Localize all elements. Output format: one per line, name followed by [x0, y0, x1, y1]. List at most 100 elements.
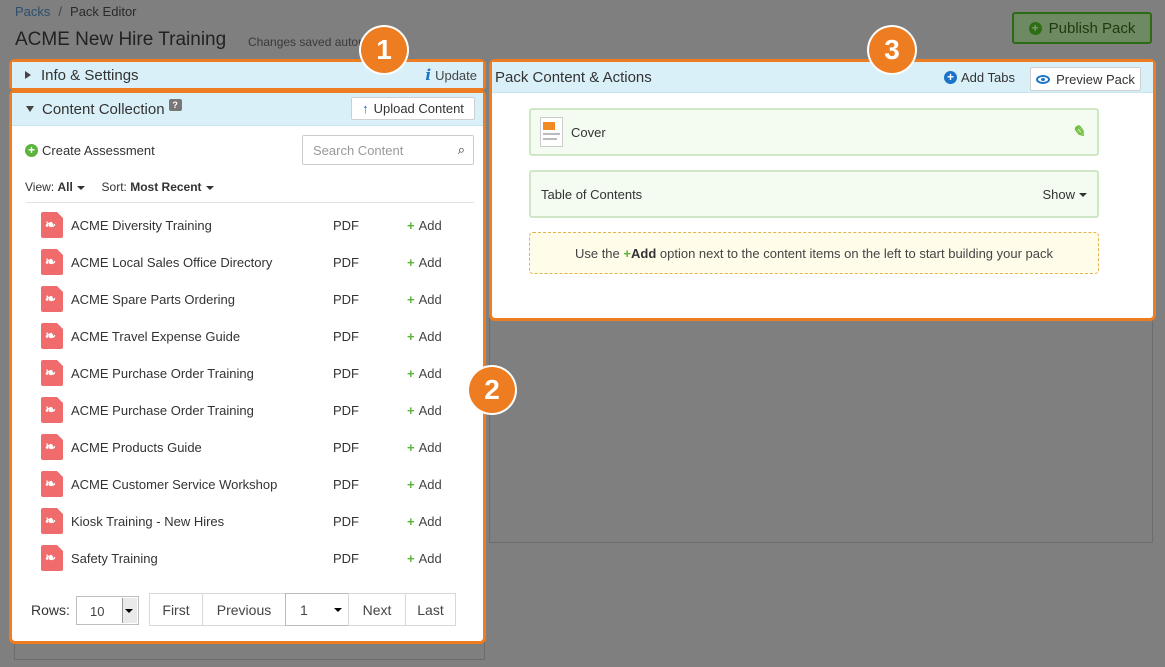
list-item: ❧ ACME Spare Parts Ordering PDF + Add: [41, 286, 446, 312]
search-icon[interactable]: ⌕: [458, 142, 465, 158]
add-label: Add: [418, 402, 442, 418]
pdf-icon: ❧: [41, 397, 63, 423]
notice-suffix: option next to the content items on the …: [656, 245, 1054, 261]
publish-pack-button[interactable]: + Publish Pack: [1012, 12, 1152, 44]
view-label: View:: [25, 180, 55, 194]
item-name: ACME Diversity Training: [71, 217, 212, 233]
add-tabs-button[interactable]: + Add Tabs: [944, 70, 1015, 85]
collapse-triangle-icon: [26, 106, 34, 112]
pdf-icon: ❧: [41, 249, 63, 275]
add-button[interactable]: + Add: [407, 292, 442, 307]
item-type: PDF: [333, 328, 359, 344]
breadcrumb-current: Pack Editor: [70, 4, 137, 19]
next-page-button[interactable]: Next: [348, 593, 406, 626]
filter-divider: [26, 202, 474, 203]
preview-pack-button[interactable]: Preview Pack: [1030, 67, 1141, 91]
list-item: ❧ ACME Products Guide PDF + Add: [41, 434, 446, 460]
pencil-icon[interactable]: ✎: [1072, 122, 1085, 142]
content-collection-title: Content Collection: [42, 100, 165, 118]
add-button[interactable]: + Add: [407, 403, 442, 418]
add-button[interactable]: + Add: [407, 551, 442, 566]
callout-3: 3: [869, 27, 915, 73]
item-name: Kiosk Training - New Hires: [71, 513, 225, 529]
pdf-icon: ❧: [41, 471, 63, 497]
pdf-icon: ❧: [41, 360, 63, 386]
add-button[interactable]: + Add: [407, 329, 442, 344]
info-settings-panel: Info & Settings i Update: [9, 59, 486, 91]
notice-add-label: +Add: [623, 245, 657, 261]
add-plus-icon: +: [407, 550, 415, 566]
rows-label: Rows:: [31, 602, 70, 618]
view-dropdown[interactable]: All: [57, 180, 85, 194]
rows-per-page-select[interactable]: 10: [76, 596, 139, 625]
item-type: PDF: [333, 402, 359, 418]
last-page-button[interactable]: Last: [405, 593, 456, 626]
item-type: PDF: [333, 291, 359, 307]
add-button[interactable]: + Add: [407, 440, 442, 455]
rows-value: 10: [90, 604, 105, 619]
view-caret-icon: [76, 185, 85, 190]
sort-caret-icon: [205, 185, 214, 190]
right-panel-background-outline: [489, 310, 1153, 543]
add-button[interactable]: + Add: [407, 255, 442, 270]
create-assessment-link[interactable]: + Create Assessment: [25, 143, 155, 158]
add-label: Add: [418, 550, 442, 566]
expand-triangle-icon: [25, 71, 31, 79]
add-button[interactable]: + Add: [407, 366, 442, 381]
item-type: PDF: [333, 550, 359, 566]
item-name: ACME Local Sales Office Directory: [71, 254, 273, 270]
item-type: PDF: [333, 254, 359, 270]
add-plus-icon: +: [407, 291, 415, 307]
item-type: PDF: [333, 439, 359, 455]
help-icon[interactable]: ?: [168, 99, 182, 111]
info-settings-header[interactable]: Info & Settings i Update: [12, 62, 483, 88]
notice-prefix: Use the: [574, 245, 624, 261]
create-assessment-label: Create Assessment: [42, 143, 155, 158]
pack-content-panel: Pack Content & Actions + Add Tabs Previe…: [489, 59, 1156, 321]
upload-content-button[interactable]: ↑ Upload Content: [351, 97, 475, 120]
add-plus-icon: +: [407, 402, 415, 418]
previous-page-button[interactable]: Previous: [202, 593, 286, 626]
notice-add-text: Add: [630, 245, 657, 261]
breadcrumb-packs-link[interactable]: Packs: [15, 4, 50, 19]
breadcrumb: Packs / Pack Editor: [15, 4, 137, 19]
add-button[interactable]: + Add: [407, 218, 442, 233]
cover-thumbnail: [540, 117, 563, 147]
cover-card[interactable]: Cover ✎: [529, 108, 1099, 156]
toc-show-dropdown[interactable]: Show: [1042, 187, 1087, 202]
item-name: ACME Customer Service Workshop: [71, 476, 278, 492]
pdf-icon: ❧: [41, 323, 63, 349]
pdf-icon: ❧: [41, 545, 63, 571]
empty-pack-notice: Use the +Add option next to the content …: [529, 232, 1099, 274]
add-plus-icon: +: [407, 476, 415, 492]
add-button[interactable]: + Add: [407, 477, 442, 492]
add-tabs-plus-icon: +: [944, 71, 957, 84]
pdf-icon: ❧: [41, 434, 63, 460]
toc-label: Table of Contents: [541, 186, 643, 202]
item-type: PDF: [333, 476, 359, 492]
page-number-value: 1: [300, 601, 308, 618]
item-name: ACME Products Guide: [71, 439, 202, 455]
toc-caret-icon: [1079, 193, 1087, 198]
update-label: Update: [435, 67, 477, 83]
preview-pack-label: Preview Pack: [1056, 71, 1135, 87]
first-page-button[interactable]: First: [149, 593, 203, 626]
add-button[interactable]: + Add: [407, 514, 442, 529]
list-item: ❧ ACME Diversity Training PDF + Add: [41, 212, 446, 238]
item-type: PDF: [333, 513, 359, 529]
info-settings-title: Info & Settings: [41, 66, 139, 84]
publish-plus-icon: +: [1028, 21, 1042, 35]
add-label: Add: [418, 328, 442, 344]
list-item: ❧ ACME Customer Service Workshop PDF + Ad…: [41, 471, 446, 497]
update-link[interactable]: i Update: [425, 66, 477, 84]
item-type: PDF: [333, 217, 359, 233]
search-content-input[interactable]: Search Content ⌕: [302, 135, 474, 165]
list-item: ❧ Kiosk Training - New Hires PDF + Add: [41, 508, 446, 534]
add-label: Add: [418, 217, 442, 233]
cover-label: Cover: [571, 124, 606, 140]
sort-dropdown[interactable]: Most Recent: [130, 180, 214, 194]
sort-label: Sort:: [101, 180, 127, 194]
add-label: Add: [418, 439, 442, 455]
eye-icon: [1036, 74, 1051, 84]
page-number-select[interactable]: 1: [285, 593, 349, 626]
